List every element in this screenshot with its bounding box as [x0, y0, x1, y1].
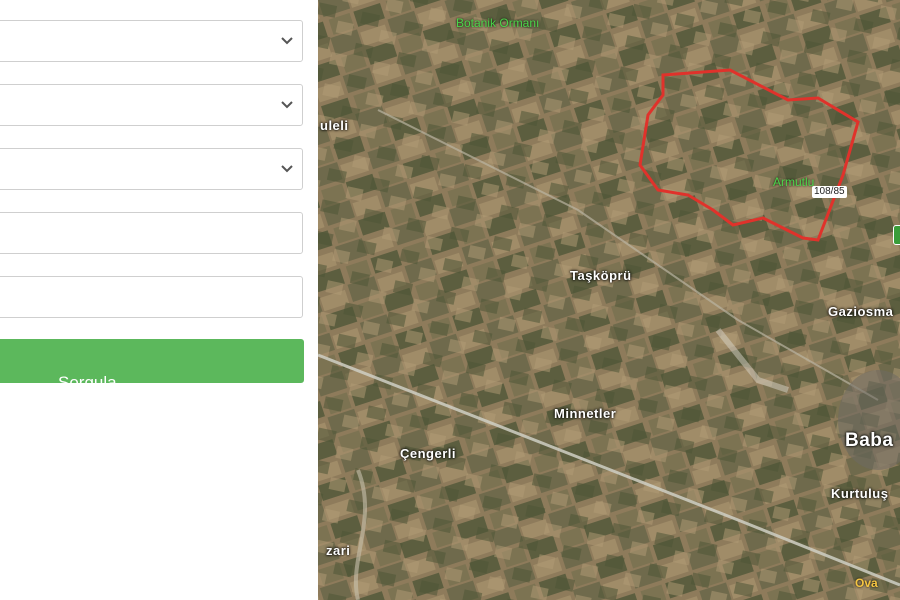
parcel-label: 108/85 — [812, 186, 847, 198]
query-panel: Sorgula — [0, 0, 318, 600]
map-label-cengerli: Çengerli — [400, 446, 457, 461]
map-label-gaziosman: Gaziosma — [828, 304, 894, 319]
map-label-baba: Baba — [845, 430, 894, 451]
map-label-armutlu: Armutlu — [773, 175, 815, 189]
map-label-kurtulus: Kurtuluş — [831, 486, 889, 501]
chevron-down-icon — [281, 165, 293, 173]
block-number-input[interactable] — [0, 212, 303, 254]
select-district[interactable] — [0, 84, 303, 126]
chevron-down-icon — [281, 37, 293, 45]
query-button[interactable]: Sorgula — [0, 339, 304, 392]
map-label-zari: zari — [326, 543, 351, 558]
chevron-down-icon — [281, 101, 293, 109]
satellite-imagery — [318, 0, 900, 600]
map-label-taskopru: Taşköprü — [570, 268, 632, 283]
select-neighborhood[interactable] — [0, 148, 303, 190]
map-label-uleli: uleli — [320, 118, 349, 133]
parcel-number-input[interactable] — [0, 276, 303, 318]
satellite-map[interactable]: Botanik Ormanı uleli Armutlu 108/85 Taşk… — [318, 0, 900, 600]
map-label-minnetler: Minnetler — [554, 406, 617, 421]
location-marker[interactable] — [893, 225, 900, 245]
select-province[interactable] — [0, 20, 303, 62]
map-label-botanic: Botanik Ormanı — [456, 16, 540, 30]
map-label-ova: Ova — [855, 576, 878, 590]
